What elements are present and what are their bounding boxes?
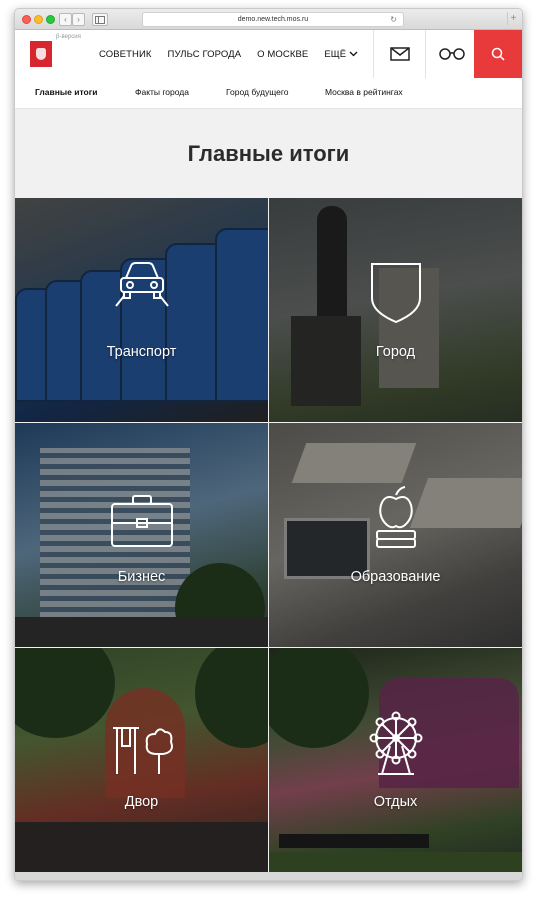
chevron-down-icon [349, 50, 358, 59]
search-icon [491, 47, 505, 61]
section-subnav: Главные итоги Факты города Город будущег… [15, 78, 522, 109]
tile-education[interactable]: Образование [269, 423, 522, 647]
accessibility-button[interactable] [425, 30, 478, 78]
moscow-logo[interactable] [30, 41, 52, 67]
playground-icon [109, 724, 175, 781]
new-tab-button[interactable]: + [507, 12, 519, 25]
tile-city[interactable]: Город [269, 198, 522, 422]
nav-more[interactable]: ЕЩЁ [324, 49, 358, 60]
title-section: Главные итоги [15, 109, 522, 198]
nav-more-label: ЕЩЁ [324, 48, 347, 60]
nav-puls-goroda[interactable]: ПУЛЬС ГОРОДА [168, 49, 242, 60]
browser-window: ‹ › demo.new.tech.mos.ru ↻ + β-версия СО… [14, 8, 523, 881]
tile-yard[interactable]: Двор [15, 648, 268, 872]
nav-o-moskve[interactable]: О МОСКВЕ [257, 49, 308, 60]
address-text: demo.new.tech.mos.ru [237, 16, 309, 23]
browser-toolbar: ‹ › demo.new.tech.mos.ru ↻ + [15, 9, 522, 30]
tile-business[interactable]: Бизнес [15, 423, 268, 647]
tile-label: Двор [124, 794, 159, 810]
tile-leisure[interactable]: Отдых [269, 648, 522, 872]
tile-label: Бизнес [117, 569, 166, 585]
apple-books-icon [373, 485, 419, 556]
reload-icon[interactable]: ↻ [390, 13, 397, 26]
subnav-moscow-ratings[interactable]: Москва в рейтингах [325, 87, 403, 97]
sidebar-toggle-icon[interactable] [92, 13, 108, 26]
mail-button[interactable] [373, 30, 426, 78]
subnav-city-facts[interactable]: Факты города [135, 87, 189, 97]
zoom-window-button[interactable] [46, 15, 55, 24]
page-bottom-bar [15, 872, 522, 880]
tile-label: Отдых [373, 794, 418, 810]
tile-transport[interactable]: Транспорт [15, 198, 268, 422]
back-button[interactable]: ‹ [59, 13, 72, 26]
subnav-future-city[interactable]: Город будущего [226, 87, 288, 97]
crest-icon [368, 260, 424, 329]
close-window-button[interactable] [22, 15, 31, 24]
briefcase-icon [109, 493, 175, 554]
minimize-window-button[interactable] [34, 15, 43, 24]
mail-icon [390, 47, 410, 61]
nav-sovetnik[interactable]: СОВЕТНИК [99, 49, 152, 60]
ferris-wheel-icon [364, 710, 428, 781]
beta-label: β-версия [56, 34, 81, 40]
subnav-main-results[interactable]: Главные итоги [35, 87, 97, 97]
category-grid: Транспорт Город Бизнес Образование Двор … [15, 198, 522, 872]
tile-label: Транспорт [106, 344, 177, 360]
glasses-icon [439, 48, 465, 60]
site-header: β-версия СОВЕТНИК ПУЛЬС ГОРОДА О МОСКВЕ … [15, 30, 522, 79]
page-title: Главные итоги [187, 141, 350, 166]
car-icon [112, 258, 172, 313]
top-nav: СОВЕТНИК ПУЛЬС ГОРОДА О МОСКВЕ ЕЩЁ [99, 30, 358, 78]
address-bar[interactable]: demo.new.tech.mos.ru ↻ [142, 12, 404, 27]
tile-label: Образование [350, 569, 441, 585]
search-button[interactable] [474, 30, 522, 78]
tile-label: Город [375, 344, 416, 360]
forward-button[interactable]: › [72, 13, 85, 26]
